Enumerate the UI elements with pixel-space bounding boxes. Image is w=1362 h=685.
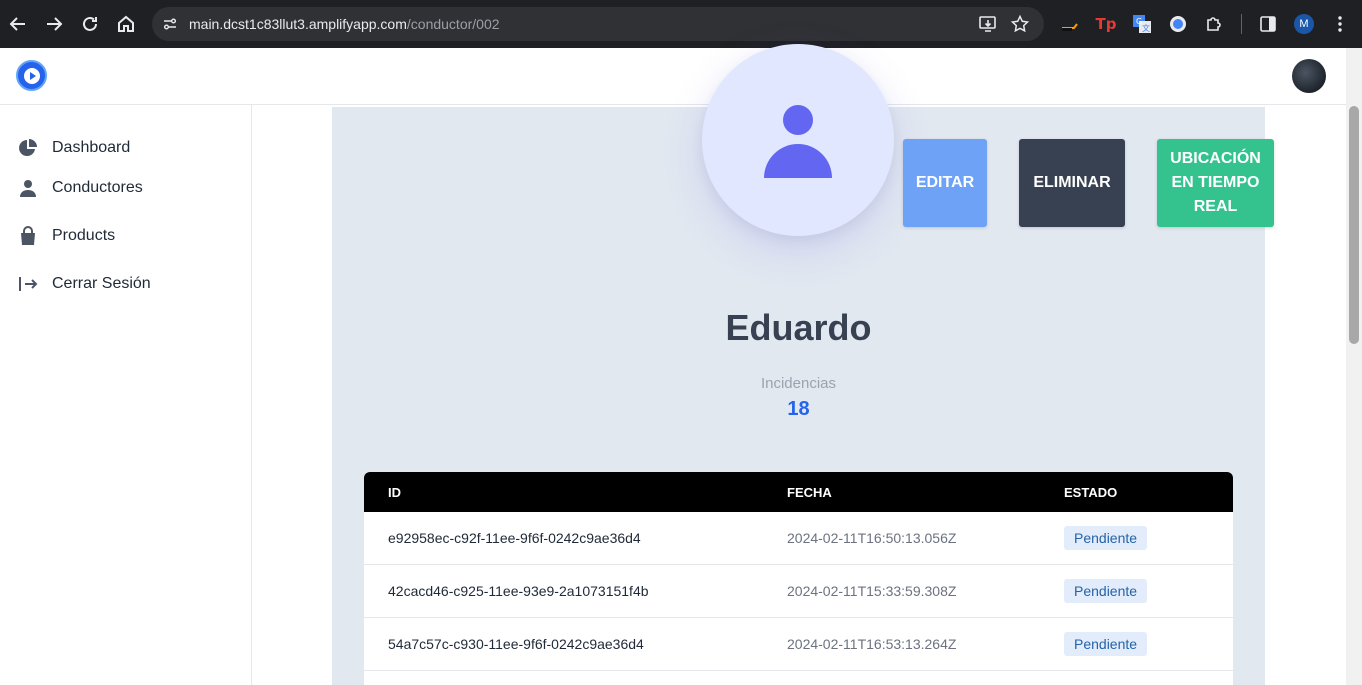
address-bar[interactable]: main.dcst1c83llut3.amplifyapp.com/conduc…	[152, 7, 1044, 41]
sidebar-item-logout[interactable]: Cerrar Sesión	[18, 271, 151, 297]
page-scrollbar[interactable]	[1346, 48, 1362, 685]
column-header-estado: ESTADO	[1064, 485, 1118, 500]
site-settings-icon[interactable]	[162, 16, 178, 32]
cell-date: 2024-02-11T16:53:13.264Z	[787, 636, 957, 652]
incidents-count: 18	[787, 398, 810, 420]
status-badge: Pendiente	[1064, 579, 1148, 603]
sidebar-item-products[interactable]: Products	[18, 223, 115, 249]
shopping-bag-icon	[18, 226, 38, 246]
sidebar-item-conductores[interactable]: Conductores	[18, 175, 143, 201]
column-header-fecha: FECHA	[787, 485, 832, 500]
svg-text:文: 文	[1142, 23, 1150, 33]
cell-id: e92958ec-c92f-11ee-9f6f-0242c9ae36d4	[388, 530, 641, 546]
app-header	[0, 48, 1346, 105]
more-menu-icon[interactable]	[1328, 12, 1352, 36]
scrollbar-thumb[interactable]	[1349, 106, 1359, 344]
person-icon	[764, 105, 832, 178]
install-app-icon[interactable]	[978, 14, 998, 34]
status-badge: Pendiente	[1064, 632, 1148, 656]
driver-avatar	[702, 44, 894, 236]
table-row[interactable]: e92958ec-c92f-11ee-9f6f-0242c9ae36d4 202…	[364, 512, 1233, 565]
browser-toolbar: main.dcst1c83llut3.amplifyapp.com/conduc…	[0, 0, 1362, 48]
bookmark-star-icon[interactable]	[1010, 14, 1030, 34]
delete-button[interactable]: ELIMINAR	[1019, 139, 1125, 227]
table-row[interactable]: 42cacd46-c925-11ee-93e9-2a1073151f4b 202…	[364, 565, 1233, 618]
extension-icon[interactable]	[1058, 12, 1082, 36]
url-path: /conductor/002	[406, 16, 500, 32]
table-header: ID FECHA ESTADO	[364, 472, 1233, 512]
browser-profile-avatar[interactable]: M	[1294, 14, 1314, 34]
back-arrow-icon[interactable]	[6, 12, 30, 36]
logout-icon	[18, 274, 38, 294]
extensions-puzzle-icon[interactable]	[1202, 12, 1226, 36]
status-badge: Pendiente	[1064, 526, 1148, 550]
tp-extension-icon[interactable]: Tp	[1094, 12, 1118, 36]
sidebar-item-label: Products	[52, 227, 116, 244]
cell-date: 2024-02-11T16:50:13.056Z	[787, 530, 957, 546]
url-text: main.dcst1c83llut3.amplifyapp.com/conduc…	[189, 16, 500, 32]
forward-arrow-icon[interactable]	[42, 12, 66, 36]
cell-date: 2024-02-11T15:33:59.308Z	[787, 583, 957, 599]
user-icon	[18, 178, 38, 198]
driver-name: Eduardo	[725, 307, 872, 348]
user-avatar[interactable]	[1292, 59, 1326, 93]
toolbar-separator	[1241, 14, 1242, 34]
column-header-id: ID	[388, 485, 401, 500]
cell-id: 42cacd46-c925-11ee-93e9-2a1073151f4b	[388, 583, 649, 599]
sidebar: Dashboard Conductores Products Cerrar Se…	[0, 105, 252, 685]
reload-icon[interactable]	[78, 12, 102, 36]
table-row[interactable]: 54a7c57c-c930-11ee-9f6f-0242c9ae36d4 202…	[364, 618, 1233, 671]
circle-extension-icon[interactable]	[1166, 12, 1190, 36]
incidents-table: ID FECHA ESTADO e92958ec-c92f-11ee-9f6f-…	[364, 472, 1233, 685]
realtime-location-button[interactable]: UBICACIÓN EN TIEMPO REAL	[1157, 139, 1274, 227]
play-logo-icon[interactable]	[16, 60, 47, 91]
sidebar-item-label: Dashboard	[52, 139, 131, 156]
home-icon[interactable]	[114, 12, 138, 36]
cell-id: 54a7c57c-c930-11ee-9f6f-0242c9ae36d4	[388, 636, 644, 652]
side-panel-icon[interactable]	[1256, 12, 1280, 36]
pie-chart-icon	[18, 138, 38, 158]
sidebar-item-dashboard[interactable]: Dashboard	[18, 135, 130, 161]
url-host: main.dcst1c83llut3.amplifyapp.com	[189, 16, 407, 32]
edit-button[interactable]: EDITAR	[903, 139, 987, 227]
sidebar-item-label: Conductores	[52, 179, 143, 196]
incidents-label: Incidencias	[760, 375, 837, 392]
sidebar-item-label: Cerrar Sesión	[52, 275, 151, 292]
translate-extension-icon[interactable]: G文	[1130, 12, 1154, 36]
